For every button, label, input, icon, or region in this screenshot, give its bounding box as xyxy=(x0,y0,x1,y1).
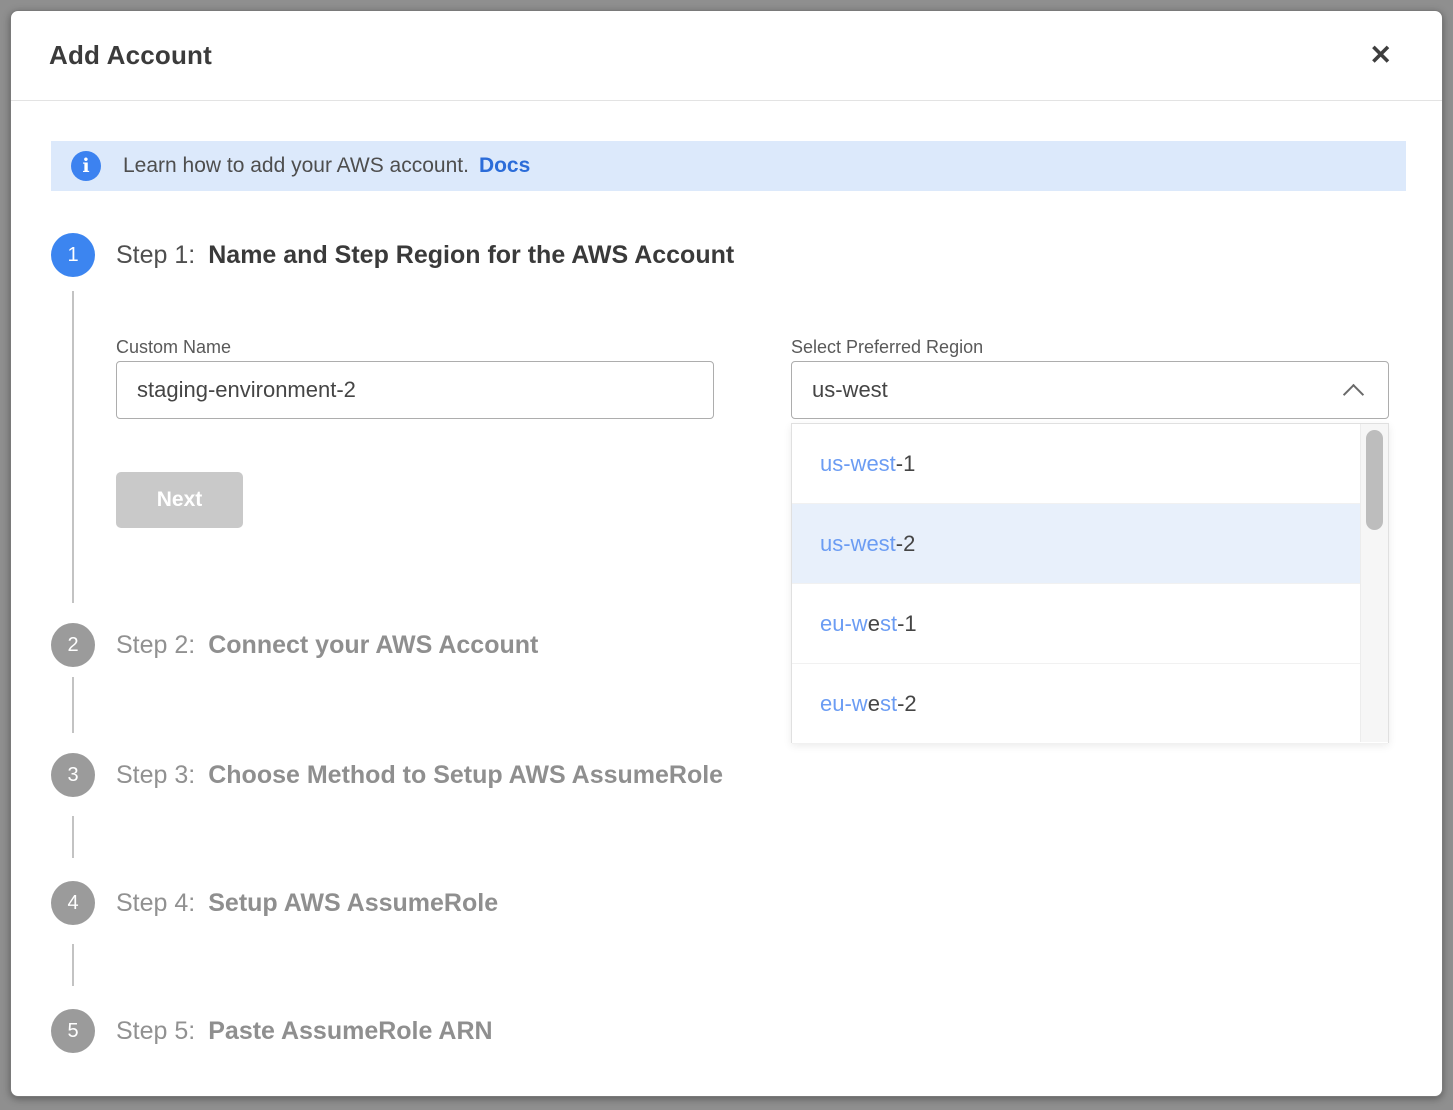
step-1-title: Step 1: Name and Step Region for the AWS … xyxy=(116,241,734,270)
step-2-name: Connect your AWS Account xyxy=(208,631,538,659)
info-banner: i Learn how to add your AWS account. Doc… xyxy=(51,141,1406,191)
region-combobox[interactable] xyxy=(791,361,1389,419)
dropdown-scrollbar[interactable] xyxy=(1360,424,1388,742)
step-5-indicator: 5 xyxy=(51,1009,95,1053)
banner-text: Learn how to add your AWS account. xyxy=(123,154,469,178)
step-1-row: 1 Step 1: Name and Step Region for the AW… xyxy=(51,233,734,277)
step-3-indicator: 3 xyxy=(51,753,95,797)
step-3-name: Choose Method to Setup AWS AssumeRole xyxy=(208,761,723,789)
option-text: e xyxy=(868,611,880,636)
docs-link[interactable]: Docs xyxy=(479,154,530,178)
option-us-west-1[interactable]: us-west-1 xyxy=(792,424,1388,504)
step-4-title: Step 4: Setup AWS AssumeRole xyxy=(116,889,498,918)
step-5-label: Step 5: xyxy=(116,1017,195,1045)
step-connector-4 xyxy=(72,944,74,986)
option-us-west-2[interactable]: us-west-2 xyxy=(792,504,1388,584)
info-icon: i xyxy=(71,151,101,181)
region-input[interactable] xyxy=(791,361,1389,419)
step-connector-3 xyxy=(72,816,74,858)
region-label: Select Preferred Region xyxy=(791,333,1389,361)
close-icon[interactable]: ✕ xyxy=(1365,38,1396,73)
step-1-label: Step 1: xyxy=(116,241,195,269)
add-account-modal: Add Account ✕ i Learn how to add your AW… xyxy=(10,10,1443,1097)
step-2-row: 2 Step 2: Connect your AWS Account xyxy=(51,623,538,667)
option-text: eu-w xyxy=(820,691,868,716)
modal-header: Add Account ✕ xyxy=(11,11,1442,101)
option-text: st xyxy=(880,611,897,636)
option-text: eu-w xyxy=(820,611,868,636)
option-eu-west-2[interactable]: eu-west-2 xyxy=(792,664,1388,744)
option-text: st xyxy=(880,691,897,716)
option-eu-west-1[interactable]: eu-west-1 xyxy=(792,584,1388,664)
step-1-name: Name and Step Region for the AWS Account xyxy=(208,241,734,269)
custom-name-field: Custom Name xyxy=(116,333,714,419)
step-3-title: Step 3: Choose Method to Setup AWS Assume… xyxy=(116,761,723,790)
step-5-row: 5 Step 5: Paste AssumeRole ARN xyxy=(51,1009,493,1053)
step-5-name: Paste AssumeRole ARN xyxy=(208,1017,492,1045)
option-text: -2 xyxy=(897,691,917,716)
step-connector-2 xyxy=(72,677,74,733)
step-3-label: Step 3: xyxy=(116,761,195,789)
next-button[interactable]: Next xyxy=(116,472,243,528)
page-title: Add Account xyxy=(49,40,212,71)
option-text: e xyxy=(868,691,880,716)
step-4-indicator: 4 xyxy=(51,881,95,925)
option-text: -1 xyxy=(896,451,916,476)
custom-name-input[interactable] xyxy=(116,361,714,419)
scrollbar-thumb[interactable] xyxy=(1366,430,1383,530)
step-4-label: Step 4: xyxy=(116,889,195,917)
step-5-title: Step 5: Paste AssumeRole ARN xyxy=(116,1017,493,1046)
step-2-label: Step 2: xyxy=(116,631,195,659)
option-text: us-west xyxy=(820,531,896,556)
step-1-indicator: 1 xyxy=(51,233,95,277)
step-connector-1 xyxy=(72,291,74,603)
region-dropdown: us-west-1 us-west-2 eu-west-1 eu-west-2 xyxy=(791,423,1389,743)
step-4-row: 4 Step 4: Setup AWS AssumeRole xyxy=(51,881,498,925)
step-3-row: 3 Step 3: Choose Method to Setup AWS Assu… xyxy=(51,753,723,797)
step-2-indicator: 2 xyxy=(51,623,95,667)
region-field: Select Preferred Region us-west-1 us-wes… xyxy=(791,333,1389,419)
option-text: -2 xyxy=(896,531,916,556)
option-text: -1 xyxy=(897,611,917,636)
modal-body: i Learn how to add your AWS account. Doc… xyxy=(11,101,1442,1096)
custom-name-label: Custom Name xyxy=(116,333,714,361)
step-4-name: Setup AWS AssumeRole xyxy=(208,889,498,917)
option-text: us-west xyxy=(820,451,896,476)
step-2-title: Step 2: Connect your AWS Account xyxy=(116,631,538,660)
